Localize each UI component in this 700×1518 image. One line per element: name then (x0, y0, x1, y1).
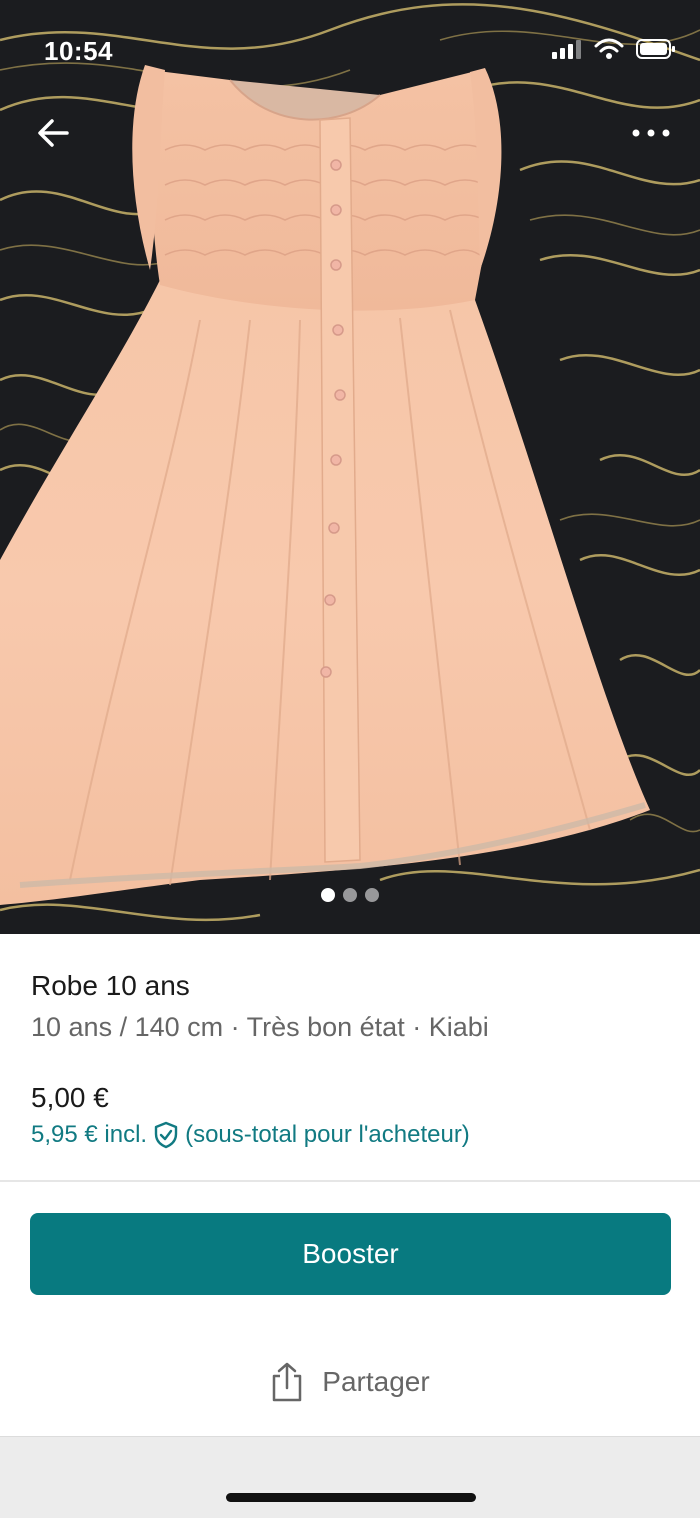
item-details: 10 ans / 140 cm · Très bon état · Kiabi (31, 1012, 489, 1042)
battery-icon (636, 39, 675, 59)
pagination-dot-1[interactable] (321, 888, 335, 902)
gallery-pagination (0, 888, 700, 902)
more-options-button[interactable] (626, 108, 676, 158)
item-title: Robe 10 ans (31, 970, 190, 1001)
booster-button[interactable]: Booster (30, 1213, 671, 1295)
status-bar: 10:54 (0, 0, 700, 100)
home-indicator[interactable] (226, 1493, 476, 1502)
item-price: 5,00 € (31, 1082, 109, 1113)
shield-check-icon (154, 1121, 178, 1149)
status-time: 10:54 (44, 36, 113, 66)
back-button[interactable] (28, 108, 78, 158)
pagination-dot-3[interactable] (365, 888, 379, 902)
pagination-dot-2[interactable] (343, 888, 357, 902)
bottom-panel (0, 1436, 700, 1518)
buyer-price-line[interactable]: 5,95 € incl. (sous-total pour l'acheteur… (31, 1121, 470, 1149)
buyer-price-note: (sous-total pour l'acheteur) (185, 1121, 470, 1148)
share-label: Partager (322, 1366, 430, 1397)
status-icons (552, 38, 676, 60)
arrow-left-icon (38, 119, 69, 147)
wifi-icon (594, 38, 624, 59)
cellular-signal-icon (552, 40, 581, 59)
buyer-price: 5,95 € incl. (31, 1121, 148, 1148)
item-photo[interactable]: 10:54 (0, 0, 700, 934)
section-divider (0, 1180, 700, 1182)
more-horizontal-icon (632, 129, 670, 137)
share-button[interactable]: Partager (0, 1350, 700, 1414)
share-icon (273, 1362, 302, 1402)
dress-photo-image (0, 0, 700, 934)
